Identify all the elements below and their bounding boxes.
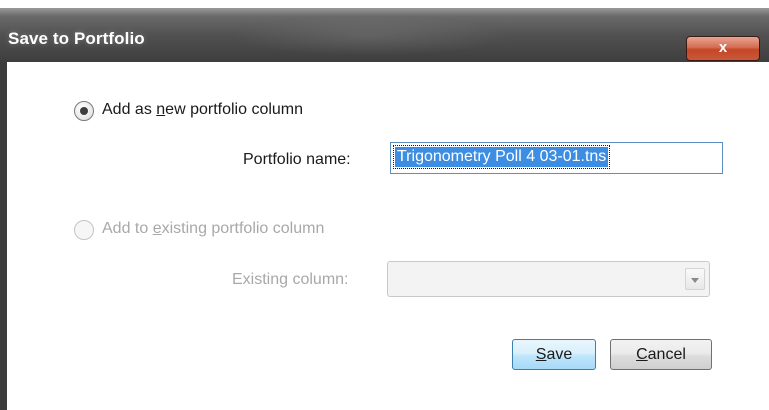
new-column-label-text: Add as (102, 101, 157, 118)
cancel-button-label: ancel (647, 346, 686, 363)
save-button-mnemonic: S (535, 346, 547, 363)
portfolio-name-label: Portfolio name: (243, 151, 351, 168)
close-icon: x (718, 39, 728, 56)
window-frame-left (0, 62, 7, 410)
cancel-button-mnemonic: C (636, 346, 648, 363)
title-bar[interactable]: Save to Portfolio x (0, 8, 769, 62)
save-to-portfolio-dialog: Save to Portfolio x Add as new portfolio… (0, 0, 769, 410)
existing-column-option-label: Add to existing portfolio column (102, 220, 324, 238)
title-bar-gloss (230, 16, 510, 56)
new-column-label-mnemonic: n (156, 101, 166, 118)
new-column-radio[interactable] (74, 101, 94, 121)
dialog-body: Add as new portfolio column Portfolio na… (7, 62, 769, 410)
existing-column-label-text-rest: xisting portfolio column (161, 220, 325, 237)
chevron-down-icon[interactable] (685, 268, 705, 290)
close-button[interactable]: x (686, 36, 760, 61)
cancel-button[interactable]: Cancel (610, 339, 712, 370)
new-column-label[interactable]: Add as new portfolio column (102, 101, 303, 119)
existing-column-label-text: Add to (102, 220, 153, 237)
existing-column-label-mnemonic: e (152, 220, 162, 237)
portfolio-name-input[interactable]: Trigonometry Poll 4 03-01.tns (390, 142, 723, 174)
existing-column-radio[interactable] (74, 220, 94, 240)
existing-column-label: Existing column: (232, 271, 349, 288)
existing-column-dropdown[interactable] (387, 261, 710, 297)
dialog-title: Save to Portfolio (8, 29, 145, 48)
portfolio-name-value: Trigonometry Poll 4 03-01.tns (392, 145, 611, 169)
new-column-label-text-rest: ew portfolio column (165, 101, 304, 118)
save-button[interactable]: Save (512, 339, 596, 370)
save-button-label: ave (546, 346, 573, 363)
